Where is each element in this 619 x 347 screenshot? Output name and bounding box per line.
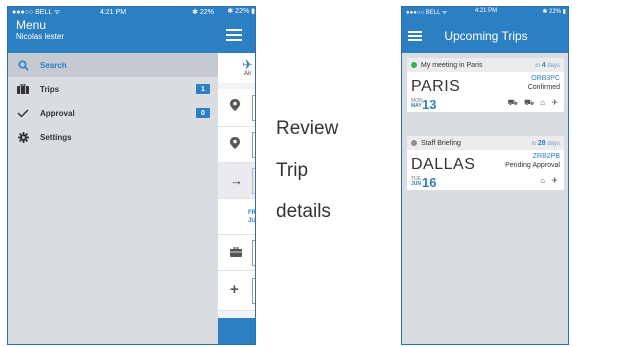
trip-month: JUN <box>411 181 422 187</box>
search-submit-button[interactable] <box>218 318 255 344</box>
trip-card[interactable]: My meeting in Paris in 4 days PARIS MON … <box>407 58 564 112</box>
input-edge <box>252 132 255 158</box>
arrow-right-icon: → <box>230 173 243 188</box>
trip-name: Staff Briefing <box>421 139 461 147</box>
date-dow: FR <box>248 210 256 216</box>
input-edge <box>252 168 255 194</box>
trip-day: 16 <box>422 175 437 190</box>
trip-card[interactable]: Staff Briefing in 28 days DALLAS TUE JUN… <box>407 136 564 190</box>
gear-icon <box>16 131 30 143</box>
confirmed-status-dot <box>411 62 417 68</box>
battery-label: ✱ 22% <box>192 9 214 16</box>
origin-field[interactable] <box>218 89 255 127</box>
status-bar: ●●●○○ BELL ᯤ 4:21 PM ✱ 22% ▮ <box>402 7 568 17</box>
date-row[interactable]: FR JU <box>218 199 256 235</box>
menu-item-settings[interactable]: Settings <box>8 125 218 149</box>
status-bar: ●●●○○ BELL ᯤ 4:21 PM ✱ 22% <box>8 7 218 17</box>
caption-line-1: Review <box>276 118 339 139</box>
location-pin-icon <box>230 99 240 114</box>
plus-icon: + <box>230 281 239 298</box>
trip-card-header: My meeting in Paris in 4 days <box>407 58 564 72</box>
clock-label: 4:21 PM <box>474 8 498 14</box>
hamburger-menu-icon[interactable] <box>408 31 422 41</box>
title-row: Upcoming Trips <box>402 27 568 45</box>
trip-segment-icons: ⛟ ⛟ ⌂ ✈ <box>507 98 560 107</box>
booking-code: ZRB2PB <box>532 153 560 160</box>
menu-list: Search Trips 1 Approval 0 Settings <box>8 53 218 149</box>
destination-city: DALLAS <box>411 156 476 173</box>
page-title: Upcoming Trips <box>444 29 528 43</box>
menu-item-search[interactable]: Search <box>8 53 218 77</box>
destination-city: PARIS <box>411 78 461 95</box>
menu-item-label: Trips <box>40 84 60 94</box>
trip-type-row[interactable]: → <box>218 163 255 199</box>
trip-countdown: in 4 days <box>535 61 560 69</box>
trip-name: My meeting in Paris <box>421 61 483 69</box>
menu-item-label: Settings <box>40 132 72 142</box>
search-icon <box>16 59 30 71</box>
approval-count-badge: 0 <box>196 108 210 118</box>
upcoming-trips-screen: ●●●○○ BELL ᯤ 4:21 PM ✱ 22% ▮ Upcoming Tr… <box>401 6 569 345</box>
air-tab[interactable]: ✈ Air <box>218 53 255 83</box>
input-edge <box>252 240 255 266</box>
trip-card-header: Staff Briefing in 28 days <box>407 136 564 150</box>
caption-line-2: Trip <box>276 160 309 181</box>
menu-item-label: Search <box>40 60 67 70</box>
pending-status-dot <box>411 140 417 146</box>
underlying-screen[interactable]: ✱ 22% ▮ ✈ Air → FR JU + <box>218 7 256 344</box>
menu-item-approval[interactable]: Approval 0 <box>8 101 218 125</box>
menu-background <box>8 149 218 344</box>
caption-line-3: details <box>276 201 331 222</box>
trip-countdown: in 28 days <box>531 139 561 147</box>
battery-label: ✱ 22% ▮ <box>227 8 255 15</box>
trips-count-badge: 1 <box>196 84 210 94</box>
traveler-row[interactable] <box>218 235 255 271</box>
hamburger-menu-icon[interactable] <box>226 29 242 41</box>
trip-day: 13 <box>422 97 437 112</box>
trip-card-body: PARIS MON MAY 13 ORB3PC Confirmed ⛟ ⛟ ⌂ … <box>407 72 564 112</box>
trip-status: Pending Approval <box>505 162 560 169</box>
menu-screen: ●●●○○ BELL ᯤ 4:21 PM ✱ 22% Menu Nicolas … <box>7 6 256 345</box>
destination-field[interactable] <box>218 127 255 163</box>
menu-item-trips[interactable]: Trips 1 <box>8 77 218 101</box>
trip-status: Confirmed <box>527 84 560 91</box>
location-pin-icon <box>230 137 240 152</box>
briefcase-icon <box>230 246 242 260</box>
trip-segment-icons: ⌂ ✈ <box>540 176 560 185</box>
trip-month: MAY <box>411 103 422 109</box>
input-edge <box>252 278 255 304</box>
input-edge <box>252 95 255 121</box>
menu-item-label: Approval <box>40 108 75 118</box>
add-row[interactable]: + <box>218 271 255 311</box>
menu-title: Menu <box>16 18 47 32</box>
carrier-label: ●●●○○ BELL ᯤ <box>12 8 61 16</box>
battery-label: ✱ 22% ▮ <box>542 9 566 15</box>
user-name: Nicolas lester <box>16 32 65 41</box>
carrier-label: ●●●○○ BELL ᯤ <box>406 10 448 16</box>
app-header: ●●●○○ BELL ᯤ 4:21 PM ✱ 22% ▮ Upcoming Tr… <box>402 7 568 53</box>
underlying-header: ✱ 22% ▮ <box>218 7 255 53</box>
luggage-icon <box>16 84 30 94</box>
clock-label: 4:21 PM <box>99 8 127 16</box>
trip-card-body: DALLAS TUE JUN 16 ZRB2PB Pending Approva… <box>407 150 564 190</box>
checkmark-icon <box>16 108 30 118</box>
booking-code: ORB3PC <box>531 75 560 82</box>
menu-header: Menu Nicolas lester <box>8 17 218 53</box>
date-month: JU <box>248 218 256 224</box>
air-tab-label: Air <box>244 71 252 77</box>
